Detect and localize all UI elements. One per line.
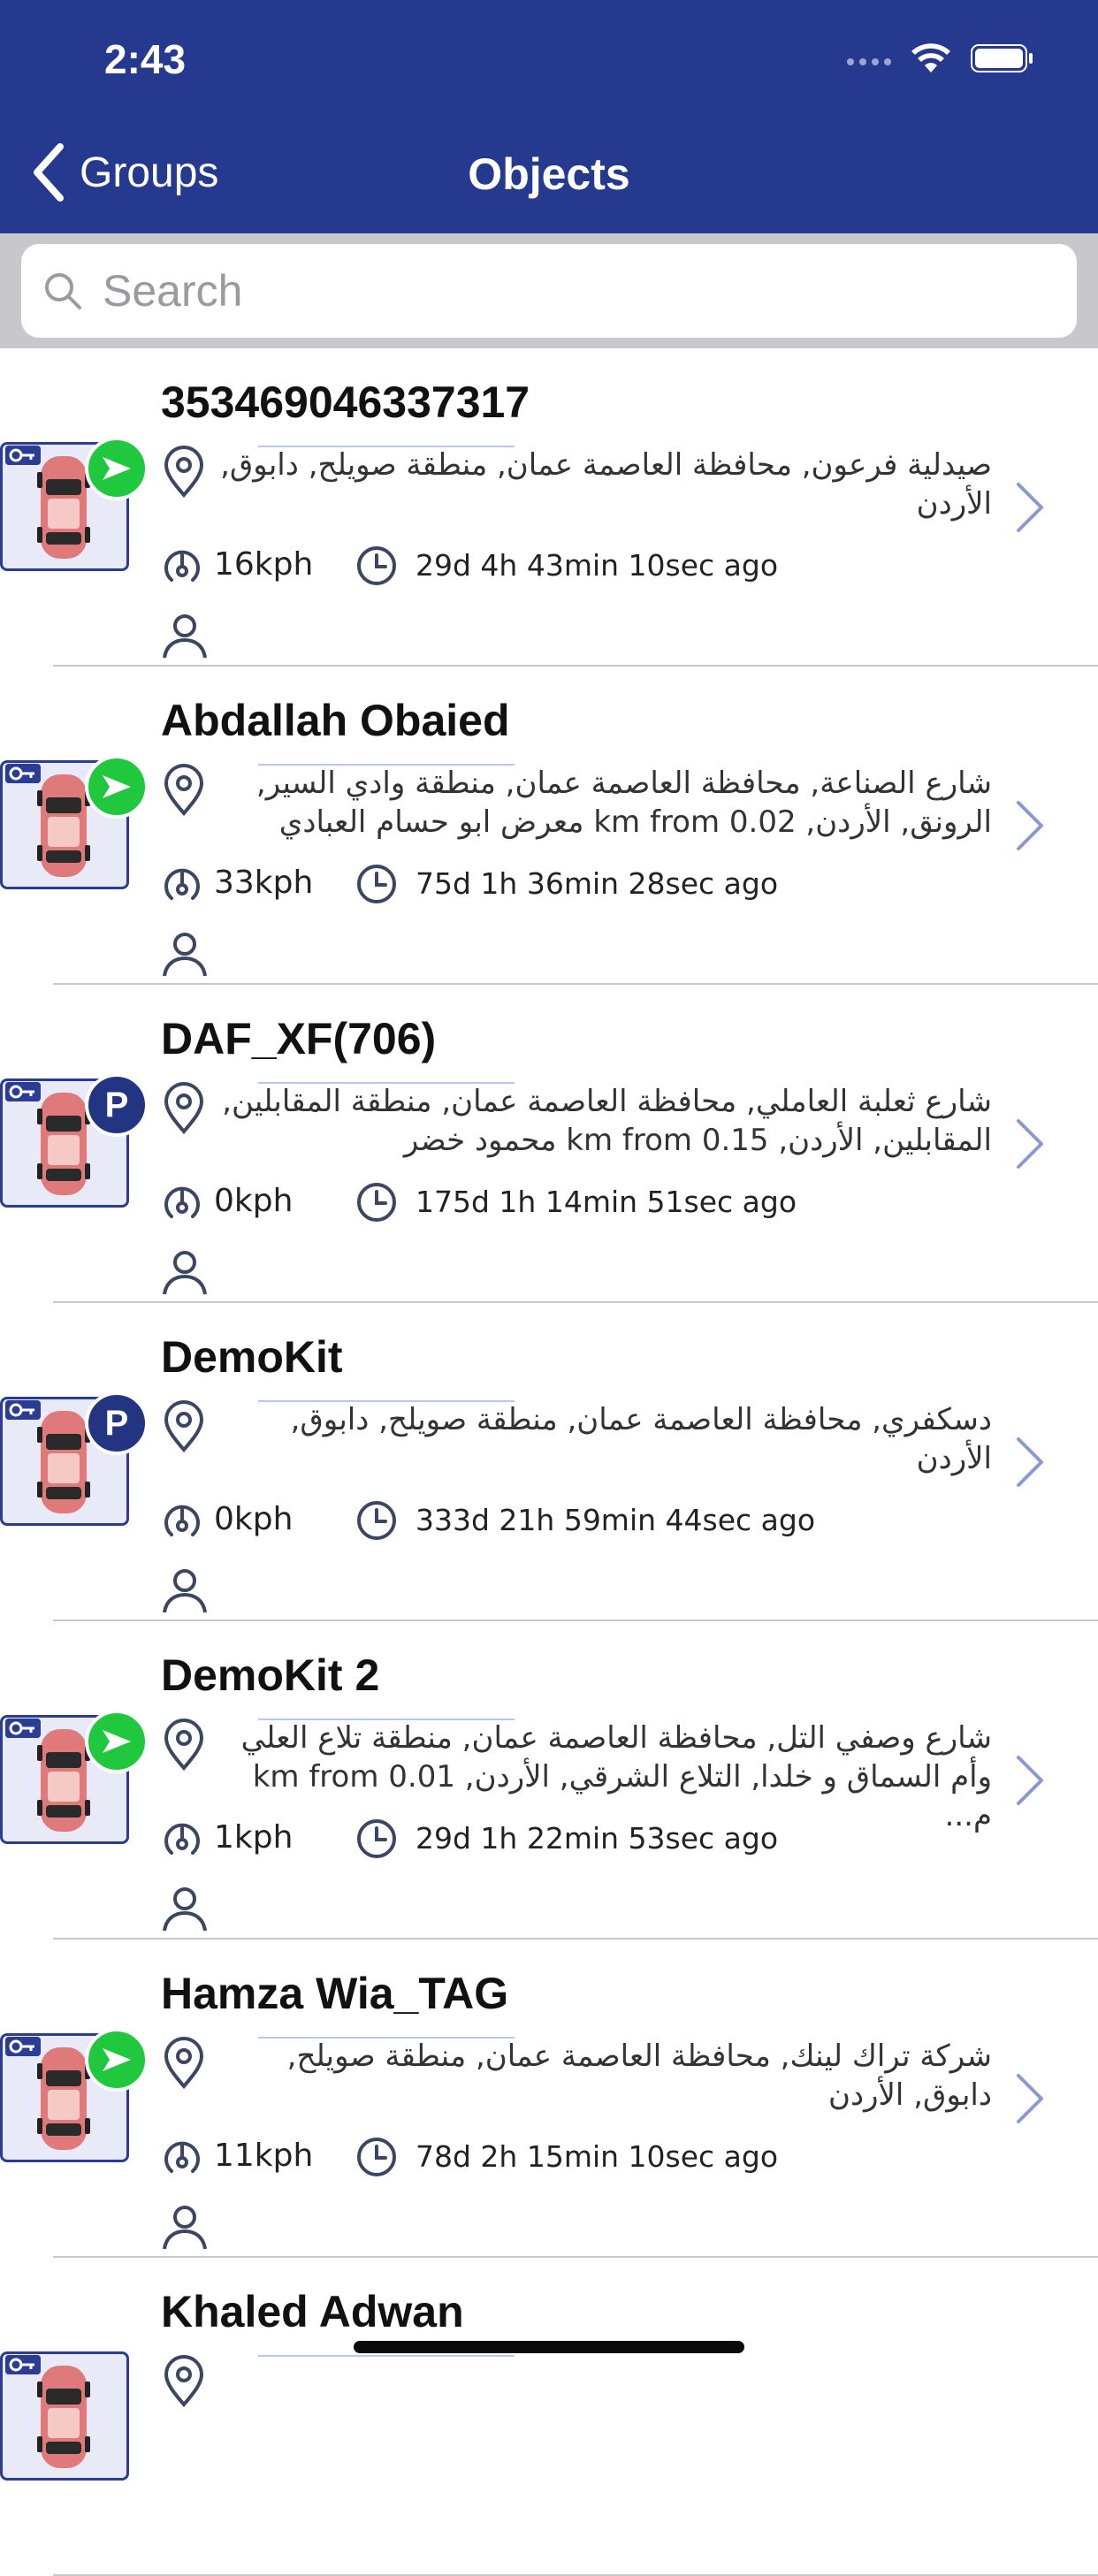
car-icon — [37, 1093, 90, 1195]
status-badge — [85, 437, 149, 500]
object-speed: 1kph — [214, 1819, 294, 1856]
object-address: شركة تراك لينك, محافظة العاصمة عمان, منط… — [286, 2039, 992, 2113]
user-icon — [163, 1251, 207, 1295]
vehicle-thumbnail — [0, 2351, 133, 2484]
navigation-arrow-icon — [103, 775, 131, 798]
status-time: 2:43 — [104, 36, 187, 82]
navigation-arrow-icon — [103, 457, 131, 480]
status-badge: P — [85, 1073, 149, 1137]
search-bar — [0, 233, 1098, 348]
search-icon — [45, 273, 81, 309]
speedometer-icon — [164, 1505, 200, 1536]
object-name: DAF_XF(706) — [161, 1014, 437, 1063]
location-pin-icon — [164, 1719, 204, 1772]
clock-icon — [357, 865, 396, 903]
speedometer-icon — [164, 1823, 200, 1855]
car-icon — [37, 2366, 90, 2468]
object-row[interactable]: P DAF_XF(706) شارع ثعلبة العاملي, محافظة… — [0, 985, 1098, 1303]
object-name: 353469046337317 — [161, 377, 530, 427]
object-speed: 0kph — [214, 1183, 294, 1219]
object-name: Khaled Adwan — [161, 2287, 464, 2336]
last-update: 333d 21h 59min 44sec ago — [416, 1503, 816, 1537]
battery-icon — [971, 44, 1033, 72]
car-icon — [37, 774, 90, 877]
chevron-right-icon — [1017, 1437, 1043, 1487]
clock-icon — [357, 1819, 396, 1858]
user-icon — [163, 1887, 207, 1932]
chevron-right-icon — [1017, 801, 1043, 850]
object-speed: 33kph — [214, 865, 314, 901]
status-badge — [85, 755, 149, 819]
user-icon — [163, 614, 207, 659]
user-icon — [163, 933, 207, 977]
object-row[interactable]: DemoKit 2 شارع وصفي التل, محافظة العاصمة… — [0, 1621, 1098, 1940]
object-row[interactable]: P DemoKit دسكفري, محافظة العاصمة عمان, م… — [0, 1303, 1098, 1621]
status-badge: P — [85, 1391, 149, 1455]
location-pin-icon — [164, 2355, 204, 2408]
object-address: شارع ثعلبة العاملي, محافظة العاصمة عمان,… — [222, 1084, 992, 1158]
object-row[interactable]: Khaled Adwan — [0, 2258, 1098, 2576]
location-pin-icon — [164, 764, 204, 817]
location-pin-icon — [164, 446, 204, 499]
speedometer-icon — [164, 550, 200, 582]
wifi-icon — [911, 43, 950, 72]
chevron-right-icon — [1017, 2074, 1043, 2123]
address-divider — [258, 2355, 515, 2357]
navigation-arrow-icon — [103, 1730, 131, 1753]
location-pin-icon — [164, 1400, 204, 1453]
clock-icon — [357, 1501, 396, 1540]
navigation-header: 2:43 Groups Objects — [0, 0, 1098, 233]
user-icon — [163, 1569, 207, 1613]
object-name: Hamza Wia_TAG — [161, 1969, 509, 2018]
car-icon — [37, 456, 90, 559]
object-list: 353469046337317 صيدلية فرعون, محافظة الع… — [0, 348, 1098, 2576]
last-update: 78d 2h 15min 10sec ago — [416, 2139, 779, 2174]
object-row[interactable]: Hamza Wia_TAG شركة تراك لينك, محافظة الع… — [0, 1940, 1098, 2258]
object-address: شارع الصناعة, محافظة العاصمة عمان, منطقة… — [255, 766, 992, 840]
clock-icon — [357, 1183, 396, 1222]
last-update: 175d 1h 14min 51sec ago — [416, 1185, 797, 1219]
search-field[interactable] — [21, 244, 1077, 338]
chevron-right-icon — [1017, 1756, 1043, 1805]
object-address: صيدلية فرعون, محافظة العاصمة عمان, منطقة… — [220, 447, 992, 522]
user-icon — [163, 2206, 207, 2250]
clock-icon — [357, 2138, 396, 2176]
speedometer-icon — [164, 868, 200, 900]
speedometer-icon — [164, 2141, 200, 2173]
car-icon — [37, 1411, 90, 1513]
status-badge — [85, 2028, 149, 2092]
object-row[interactable]: Abdallah Obaied شارع الصناعة, محافظة الع… — [0, 667, 1098, 985]
location-pin-icon — [164, 1082, 204, 1135]
last-update: 75d 1h 36min 28sec ago — [416, 866, 779, 901]
home-indicator — [354, 2341, 744, 2353]
car-icon — [37, 1729, 90, 1832]
last-update: 29d 1h 22min 53sec ago — [416, 1821, 779, 1856]
page-title: Objects — [468, 149, 630, 199]
object-name: DemoKit 2 — [161, 1650, 380, 1700]
search-input[interactable] — [101, 264, 1033, 317]
car-icon — [37, 2047, 90, 2150]
object-name: DemoKit — [161, 1332, 343, 1382]
clock-icon — [357, 546, 396, 585]
navigation-arrow-icon — [103, 2048, 131, 2071]
location-pin-icon — [164, 2037, 204, 2090]
object-address: دسكفري, محافظة العاصمة عمان, منطقة صويلح… — [290, 1402, 992, 1476]
object-name: Abdallah Obaied — [161, 696, 510, 745]
object-address: شارع وصفي التل, محافظة العاصمة عمان, منط… — [240, 1720, 992, 1833]
object-speed: 16kph — [214, 546, 314, 583]
chevron-right-icon — [1017, 483, 1043, 532]
object-row[interactable]: 353469046337317 صيدلية فرعون, محافظة الع… — [0, 348, 1098, 667]
object-speed: 11kph — [214, 2138, 314, 2174]
chevron-right-icon — [1017, 1119, 1043, 1169]
last-update: 29d 4h 43min 10sec ago — [416, 548, 779, 583]
status-badge — [85, 1710, 149, 1773]
signal-icon — [847, 58, 891, 65]
speedometer-icon — [164, 1186, 200, 1218]
object-speed: 0kph — [214, 1501, 294, 1537]
